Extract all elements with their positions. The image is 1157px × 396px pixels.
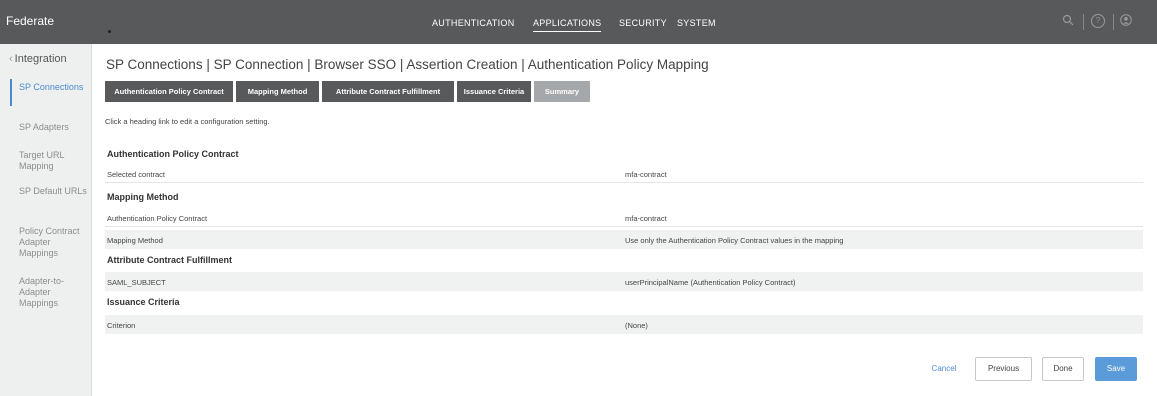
main-content: SP Connections | SP Connection | Browser… [92, 44, 1157, 396]
row-value: mfa-contract [625, 170, 667, 179]
sidebar-item-target-url-mapping[interactable]: Target URL Mapping [19, 150, 89, 172]
tab-authentication-policy-contract[interactable]: Authentication Policy Contract [105, 81, 233, 102]
summary-row: SAML_SUBJECT userPrincipalName (Authenti… [105, 272, 1143, 291]
row-key: Mapping Method [107, 236, 163, 245]
sidebar-item-policy-contract-adapter-mappings[interactable]: Policy Contract Adapter Mappings [19, 226, 89, 259]
help-icon[interactable]: ? [1091, 14, 1105, 28]
separator [1083, 14, 1084, 30]
cancel-button[interactable]: Cancel [926, 357, 962, 381]
chevron-left-icon: ‹ [9, 53, 13, 65]
nav-security[interactable]: SECURITY [619, 18, 667, 28]
sidebar-item-adapter-to-adapter-mappings[interactable]: Adapter-to-Adapter Mappings [19, 276, 89, 309]
row-value: userPrincipalName (Authentication Policy… [625, 278, 796, 287]
user-icon[interactable] [1119, 14, 1133, 28]
tab-summary[interactable]: Summary [534, 81, 590, 102]
section-title-authentication-policy-contract[interactable]: Authentication Policy Contract [107, 149, 239, 159]
top-icons: ? [1047, 10, 1157, 34]
row-key: SAML_SUBJECT [107, 278, 166, 287]
summary-row: Authentication Policy Contract mfa-contr… [105, 208, 1143, 227]
row-key: Selected contract [107, 170, 165, 179]
breadcrumb: SP Connections | SP Connection | Browser… [106, 57, 709, 72]
tab-attribute-contract-fulfillment[interactable]: Attribute Contract Fulfillment [322, 81, 454, 102]
instruction-text: Click a heading link to edit a configura… [105, 117, 270, 126]
sidebar-back-link[interactable]: ‹ Integration [9, 53, 67, 65]
done-button[interactable]: Done [1042, 357, 1084, 381]
row-value: mfa-contract [625, 214, 667, 223]
summary-row: Mapping Method Use only the Authenticati… [105, 230, 1143, 249]
row-value: (None) [625, 321, 648, 330]
summary-row: Selected contract mfa-contract [105, 164, 1143, 183]
active-indicator [10, 79, 12, 106]
logo-dot [108, 30, 111, 33]
summary-row: Criterion (None) [105, 315, 1143, 334]
tab-mapping-method[interactable]: Mapping Method [236, 81, 319, 102]
save-button[interactable]: Save [1095, 357, 1137, 381]
section-title-attribute-contract-fulfillment[interactable]: Attribute Contract Fulfillment [107, 255, 232, 265]
nav-system[interactable]: SYSTEM [677, 18, 716, 28]
separator [1113, 14, 1114, 30]
sidebar-item-sp-adapters[interactable]: SP Adapters [19, 122, 89, 133]
row-value: Use only the Authentication Policy Contr… [625, 236, 844, 245]
sidebar-item-sp-connections[interactable]: SP Connections [19, 82, 89, 93]
nav-authentication[interactable]: AUTHENTICATION [432, 18, 515, 28]
section-title-issuance-criteria[interactable]: Issuance Criteria [107, 297, 180, 307]
previous-button[interactable]: Previous [975, 357, 1032, 381]
sidebar-back-label: Integration [14, 53, 67, 65]
sidebar-item-sp-default-urls[interactable]: SP Default URLs [19, 186, 89, 197]
search-icon[interactable] [1061, 14, 1075, 28]
row-key: Criterion [107, 321, 136, 330]
section-title-mapping-method[interactable]: Mapping Method [107, 192, 179, 202]
sidebar: ‹ Integration SP Connections SP Adapters … [0, 44, 92, 396]
top-navigation-bar: Federate AUTHENTICATION APPLICATIONS SEC… [0, 0, 1157, 44]
app-logo[interactable]: Federate [6, 14, 54, 28]
nav-applications[interactable]: APPLICATIONS [533, 18, 602, 32]
row-key: Authentication Policy Contract [107, 214, 208, 223]
tab-issuance-criteria[interactable]: Issuance Criteria [457, 81, 531, 102]
